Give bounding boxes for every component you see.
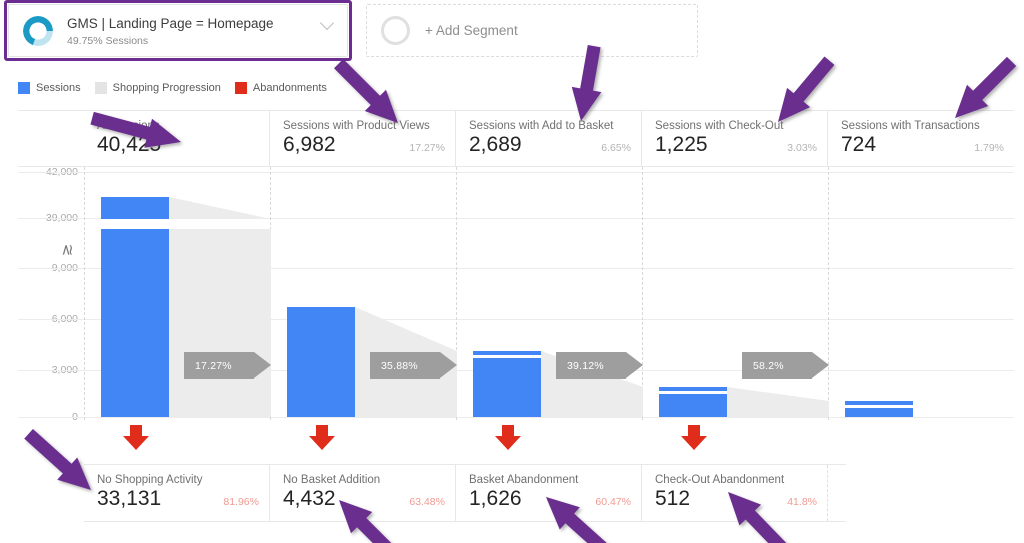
legend-swatch-shopping-progression: [94, 82, 107, 94]
stage-label: Sessions with Product Views: [283, 120, 430, 132]
abandonment-label: Check-Out Abandonment: [655, 474, 785, 486]
progression-band-upper-1: [169, 197, 271, 219]
chart-legend: Sessions Shopping Progression Abandonmen…: [18, 81, 341, 95]
stage-label: All Sessions: [97, 120, 160, 132]
abandonment-value: 33,131: [97, 487, 162, 510]
legend-label-abandonments: Abandonments: [252, 82, 327, 94]
progression-flag-2: 35.88%: [370, 352, 457, 379]
abandonment-value: 512: [655, 487, 691, 510]
chevron-down-icon[interactable]: [322, 18, 335, 26]
abandonment-row: No Shopping Activity 33,131 81.96% No Ba…: [84, 464, 846, 522]
bar-transactions[interactable]: [845, 408, 913, 417]
progression-band-1: [169, 229, 271, 417]
stage-header-transactions[interactable]: Sessions with Transactions 724 1.79%: [828, 111, 1014, 166]
red-down-arrow-no-shopping-activity: [123, 425, 149, 451]
stage-value: 724: [841, 133, 877, 156]
segment-bar: GMS | Landing Page = Homepage 49.75% Ses…: [4, 0, 698, 61]
progression-flag-4: 58.2%: [742, 352, 829, 379]
abandonment-value: 1,626: [469, 487, 522, 510]
segment-name: GMS | Landing Page = Homepage: [67, 16, 274, 31]
arrow-head: [309, 436, 335, 450]
stage-value: 1,225: [655, 133, 708, 156]
flag-tip-icon: [254, 352, 271, 378]
stage-percent: 6.65%: [601, 142, 631, 154]
bar-check-out[interactable]: [659, 394, 727, 417]
add-segment-circle-icon: [381, 16, 410, 45]
progression-flag-label: 35.88%: [381, 359, 418, 372]
red-down-arrow-basket-abandonment: [495, 425, 521, 451]
legend-swatch-sessions: [18, 82, 30, 94]
abandonment-label: Basket Abandonment: [469, 474, 579, 486]
abandonment-check-out-abandonment[interactable]: Check-Out Abandonment 512 41.8%: [642, 465, 828, 521]
segment-donut-icon: [23, 16, 53, 46]
bar-product-views[interactable]: [287, 307, 355, 417]
bar-all-sessions-upper[interactable]: [101, 197, 169, 219]
red-down-arrow-check-out-abandonment: [681, 425, 707, 451]
funnel-stage-header-row: All Sessions 40,425 Sessions with Produc…: [18, 110, 1014, 167]
progression-flag-3: 39.12%: [556, 352, 643, 379]
stage-label: Sessions with Check-Out: [655, 120, 784, 132]
stage-percent: 1.79%: [974, 142, 1004, 154]
stage-header-check-out[interactable]: Sessions with Check-Out 1,225 3.03%: [642, 111, 828, 166]
legend-item-sessions[interactable]: Sessions: [18, 82, 81, 94]
legend-swatch-abandonments: [234, 82, 247, 94]
progression-flag-label: 17.27%: [195, 359, 232, 372]
abandonment-label: No Basket Addition: [283, 474, 381, 486]
stage-header-all-sessions[interactable]: All Sessions 40,425: [84, 111, 270, 166]
abandonment-no-basket-addition[interactable]: No Basket Addition 4,432 63.48%: [270, 465, 456, 521]
segment-chip-gms-landing-page[interactable]: GMS | Landing Page = Homepage 49.75% Ses…: [8, 4, 348, 57]
stage-percent: 3.03%: [787, 142, 817, 154]
funnel-plot-area: 17.27% 35.88% 39.12% 58.2%: [18, 167, 1014, 420]
arrow-head: [495, 436, 521, 450]
bar-transactions-cap[interactable]: [845, 401, 913, 405]
abandonment-percent: 63.48%: [409, 496, 445, 508]
arrow-head: [681, 436, 707, 450]
abandonment-basket-abandonment[interactable]: Basket Abandonment 1,626 60.47%: [456, 465, 642, 521]
abandonment-no-shopping-activity[interactable]: No Shopping Activity 33,131 81.96%: [84, 465, 270, 521]
bar-all-sessions-lower[interactable]: [101, 229, 169, 417]
legend-item-abandonments[interactable]: Abandonments: [234, 82, 327, 94]
legend-label-sessions: Sessions: [36, 82, 81, 94]
stage-label: Sessions with Add to Basket: [469, 120, 614, 132]
bar-add-to-basket-cap[interactable]: [473, 351, 541, 355]
flag-tip-icon: [440, 352, 457, 378]
progression-flag-label: 58.2%: [753, 359, 784, 372]
add-segment-label: + Add Segment: [425, 23, 518, 38]
stage-header-add-to-basket[interactable]: Sessions with Add to Basket 2,689 6.65%: [456, 111, 642, 166]
gridline-0: [18, 417, 1014, 418]
segment-text: GMS | Landing Page = Homepage 49.75% Ses…: [67, 16, 317, 48]
abandonment-percent: 81.96%: [223, 496, 259, 508]
legend-label-shopping-progression: Shopping Progression: [112, 82, 221, 94]
bar-check-out-cap[interactable]: [659, 387, 727, 391]
add-segment-button[interactable]: + Add Segment: [366, 4, 698, 57]
abandonment-percent: 41.8%: [787, 496, 817, 508]
arrow-head: [123, 436, 149, 450]
abandonment-percent: 60.47%: [595, 496, 631, 508]
gridline-42000: [18, 172, 1014, 173]
stage-value: 2,689: [469, 133, 522, 156]
stage-header-product-views[interactable]: Sessions with Product Views 6,982 17.27%: [270, 111, 456, 166]
stage-label: Sessions with Transactions: [841, 120, 980, 132]
segment-sessions-share: 49.75% Sessions: [67, 35, 149, 47]
flag-tip-icon: [812, 352, 829, 378]
column-separator: [84, 167, 85, 420]
red-down-arrow-no-basket-addition: [309, 425, 335, 451]
stage-percent: 17.27%: [409, 142, 445, 154]
abandonment-label: No Shopping Activity: [97, 474, 203, 486]
stage-value: 40,425: [97, 133, 162, 156]
progression-band-4: [727, 387, 829, 417]
progression-flag-label: 39.12%: [567, 359, 604, 372]
abandonment-value: 4,432: [283, 487, 336, 510]
column-separator: [828, 167, 829, 420]
stage-value: 6,982: [283, 133, 336, 156]
bar-add-to-basket[interactable]: [473, 358, 541, 417]
shopping-behavior-funnel-report: GMS | Landing Page = Homepage 49.75% Ses…: [0, 0, 1024, 543]
legend-item-shopping-progression[interactable]: Shopping Progression: [94, 82, 221, 94]
flag-tip-icon: [626, 352, 643, 378]
progression-flag-1: 17.27%: [184, 352, 271, 379]
